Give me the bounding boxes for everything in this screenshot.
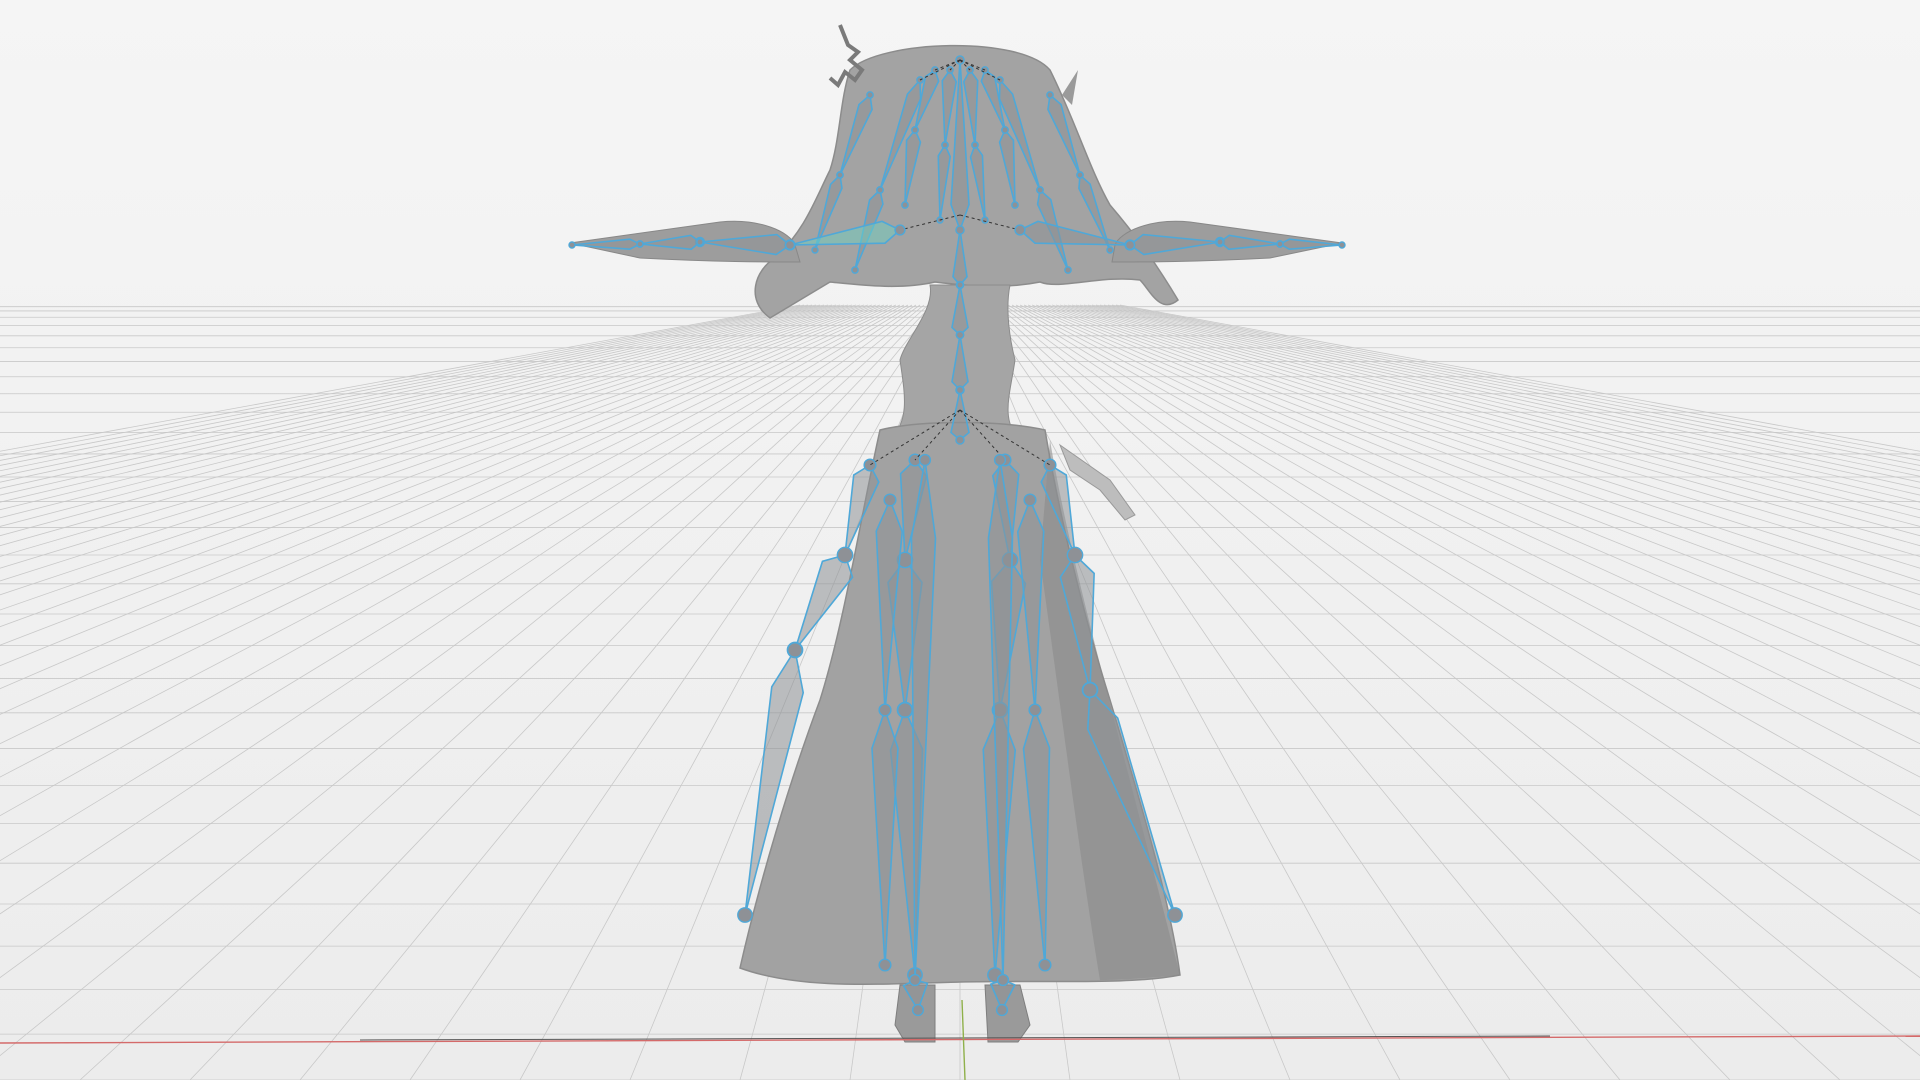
bone-joint[interactable] [1028, 703, 1042, 717]
bone-joint[interactable] [955, 330, 965, 340]
bone-joint[interactable] [955, 435, 965, 445]
3d-viewport[interactable] [0, 0, 1920, 1080]
bone-joint[interactable] [1046, 91, 1054, 99]
bone-joint[interactable] [1167, 907, 1183, 923]
bone-joint[interactable] [851, 266, 859, 274]
bone-joint[interactable] [1216, 238, 1224, 246]
bone-joint[interactable] [955, 225, 965, 235]
bone-joint[interactable] [836, 546, 854, 564]
bone-joint[interactable] [836, 171, 844, 179]
bone-joint[interactable] [993, 453, 1007, 467]
scene[interactable] [0, 0, 1920, 1080]
bone-joint[interactable] [971, 141, 979, 149]
bone-joint[interactable] [897, 702, 913, 718]
bone-joint[interactable] [784, 239, 796, 251]
bone-joint[interactable] [996, 973, 1010, 987]
bone-joint[interactable] [883, 493, 897, 507]
bone-joint[interactable] [908, 973, 922, 987]
bone-joint[interactable] [1011, 201, 1019, 209]
bone-joint[interactable] [737, 907, 753, 923]
bone-joint[interactable] [636, 240, 644, 248]
bone-joint[interactable] [1014, 224, 1026, 236]
bone-joint[interactable] [1082, 682, 1098, 698]
bone-joint[interactable] [1001, 126, 1009, 134]
bone-joint[interactable] [787, 642, 803, 658]
bone-joint[interactable] [1338, 241, 1346, 249]
bone-joint[interactable] [981, 216, 989, 224]
bone-joint[interactable] [1076, 171, 1084, 179]
bone-joint[interactable] [878, 703, 892, 717]
bone-joint[interactable] [911, 126, 919, 134]
bone-joint[interactable] [696, 238, 704, 246]
bone-joint[interactable] [811, 246, 819, 254]
bone-joint[interactable] [956, 281, 964, 289]
bone-joint[interactable] [911, 1003, 925, 1017]
bone-joint[interactable] [894, 224, 906, 236]
bone-joint[interactable] [918, 453, 932, 467]
bone-joint[interactable] [1036, 186, 1044, 194]
bone-joint[interactable] [1276, 240, 1284, 248]
hair-ornament [828, 24, 865, 89]
bone-joint[interactable] [955, 385, 965, 395]
bone-joint[interactable] [941, 141, 949, 149]
bone-joint[interactable] [1038, 958, 1052, 972]
bone-joint[interactable] [866, 91, 874, 99]
bone-joint[interactable] [1064, 266, 1072, 274]
bone-joint[interactable] [1066, 546, 1084, 564]
bone-joint[interactable] [901, 201, 909, 209]
bone-joint[interactable] [568, 241, 576, 249]
bone-joint[interactable] [1124, 239, 1136, 251]
bone-joint[interactable] [878, 958, 892, 972]
x-axis-line [0, 1035, 1920, 1044]
bone-joint[interactable] [876, 186, 884, 194]
bone-joint[interactable] [1106, 246, 1114, 254]
bone-joint[interactable] [995, 1003, 1009, 1017]
bone-joint[interactable] [1023, 493, 1037, 507]
waist-ribbon [1058, 443, 1136, 521]
